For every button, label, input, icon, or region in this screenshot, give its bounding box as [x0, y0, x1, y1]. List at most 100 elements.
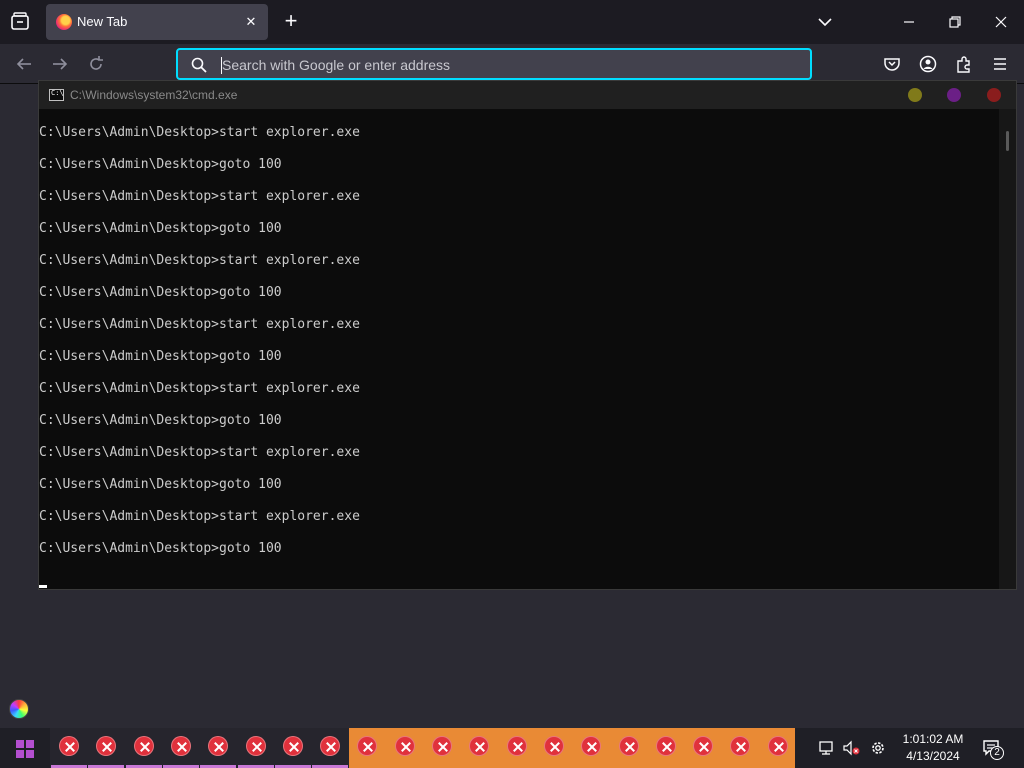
tab-strip: New Tab ✕ + — [0, 0, 1024, 44]
error-x-icon — [656, 736, 676, 756]
clock-time: 1:01:02 AM — [902, 732, 964, 746]
forward-button[interactable] — [50, 54, 70, 74]
error-x-icon — [134, 736, 154, 756]
account-button[interactable] — [918, 54, 938, 74]
cmd-line: C:\Users\Admin\Desktop>start explorer.ex… — [39, 189, 360, 204]
tab-close-icon[interactable]: ✕ — [242, 13, 260, 31]
network-icon — [819, 741, 833, 755]
cmd-line: C:\Users\Admin\Desktop>goto 100 — [39, 477, 282, 492]
taskbar-app-button[interactable] — [126, 736, 162, 768]
error-x-icon — [432, 736, 452, 756]
cmd-window[interactable]: C:\ C:\Windows\system32\cmd.exe C:\Users… — [38, 80, 1017, 590]
cmd-line: C:\Users\Admin\Desktop>start explorer.ex… — [39, 509, 360, 524]
cmd-line: C:\Users\Admin\Desktop>start explorer.ex… — [39, 381, 360, 396]
url-input[interactable] — [222, 55, 782, 75]
taskbar-app-button[interactable] — [691, 736, 715, 766]
search-icon — [191, 57, 207, 73]
restore-button[interactable] — [945, 12, 965, 32]
reload-button[interactable] — [86, 54, 106, 74]
tab-title: New Tab — [77, 14, 128, 29]
account-icon — [919, 55, 937, 73]
taskbar-app-button[interactable] — [393, 736, 417, 766]
back-button[interactable] — [14, 54, 34, 74]
error-x-icon — [283, 736, 303, 756]
taskbar-app-button[interactable] — [238, 736, 274, 768]
notification-center-button[interactable]: 2 — [982, 739, 1006, 760]
error-x-icon — [208, 736, 228, 756]
settings-tray-button[interactable] — [869, 739, 887, 757]
error-x-icon — [357, 736, 377, 756]
cmd-window-title: C:\Windows\system32\cmd.exe — [70, 88, 238, 102]
gear-icon — [872, 742, 884, 754]
taskbar-app-button[interactable] — [617, 736, 641, 766]
clock[interactable]: 1:01:02 AM 4/13/2024 — [895, 731, 971, 765]
taskbar-app-button[interactable] — [88, 736, 124, 768]
cmd-titlebar[interactable]: C:\ C:\Windows\system32\cmd.exe — [39, 81, 1016, 109]
taskbar-app-button[interactable] — [200, 736, 236, 768]
taskbar-app-button[interactable] — [275, 736, 311, 768]
navigation-toolbar — [0, 44, 1024, 84]
windows-logo-icon — [16, 740, 34, 758]
network-tray-button[interactable] — [818, 740, 836, 756]
color-wheel-icon[interactable] — [9, 699, 29, 719]
chevron-down-icon — [818, 18, 832, 27]
taskbar: 1:01:02 AM 4/13/2024 2 — [0, 728, 1024, 768]
cmd-scrollbar-thumb[interactable] — [1006, 131, 1009, 151]
error-x-icon — [469, 736, 489, 756]
tab-new-tab[interactable]: New Tab ✕ — [46, 4, 268, 40]
error-x-icon — [246, 736, 266, 756]
taskbar-app-button[interactable] — [51, 736, 87, 768]
clock-date: 4/13/2024 — [906, 749, 960, 763]
list-all-tabs-button[interactable] — [815, 12, 835, 32]
url-bar[interactable] — [176, 48, 812, 80]
taskbar-app-button[interactable] — [312, 736, 348, 768]
taskbar-app-button[interactable] — [579, 736, 603, 766]
taskbar-app-button[interactable] — [766, 736, 790, 766]
pocket-icon — [884, 58, 900, 71]
cmd-line: C:\Users\Admin\Desktop>goto 100 — [39, 349, 282, 364]
taskbar-app-button[interactable] — [542, 736, 566, 766]
firefox-view-icon — [11, 12, 29, 30]
error-x-icon — [507, 736, 527, 756]
text-caret — [221, 57, 222, 74]
taskbar-app-button[interactable] — [505, 736, 529, 766]
volume-muted-icon — [843, 740, 860, 756]
cmd-line: C:\Users\Admin\Desktop>goto 100 — [39, 413, 282, 428]
back-arrow-icon — [16, 58, 31, 70]
start-button[interactable] — [10, 738, 40, 760]
menu-button[interactable] — [990, 54, 1010, 74]
cmd-line: C:\Users\Admin\Desktop>goto 100 — [39, 285, 282, 300]
close-icon — [995, 16, 1007, 28]
error-x-icon — [619, 736, 639, 756]
cmd-close-dot[interactable] — [987, 88, 1001, 102]
cmd-icon-text: C:\ — [51, 89, 64, 97]
notification-count-badge: 2 — [990, 746, 1004, 760]
cmd-line: C:\Users\Admin\Desktop>goto 100 — [39, 157, 282, 172]
cmd-scrollbar[interactable] — [999, 109, 1016, 589]
taskbar-app-button[interactable] — [163, 736, 199, 768]
error-x-icon — [544, 736, 564, 756]
taskbar-app-button[interactable] — [355, 736, 379, 766]
hamburger-menu-icon — [994, 58, 1006, 70]
firefox-view-button[interactable] — [8, 10, 32, 34]
extensions-button[interactable] — [954, 54, 974, 74]
volume-tray-button[interactable] — [842, 740, 860, 756]
taskbar-app-button[interactable] — [728, 736, 752, 766]
cmd-cursor — [39, 585, 47, 588]
taskbar-app-button[interactable] — [654, 736, 678, 766]
cmd-output[interactable]: C:\Users\Admin\Desktop>start explorer.ex… — [39, 109, 999, 589]
cmd-line: C:\Users\Admin\Desktop>goto 100 — [39, 221, 282, 236]
taskbar-app-button[interactable] — [430, 736, 454, 766]
minimize-button[interactable] — [899, 12, 919, 32]
taskbar-app-button[interactable] — [467, 736, 491, 766]
cmd-line: C:\Users\Admin\Desktop>start explorer.ex… — [39, 445, 360, 460]
pocket-button[interactable] — [882, 54, 902, 74]
cmd-minimize-dot[interactable] — [908, 88, 922, 102]
cmd-line: C:\Users\Admin\Desktop>start explorer.ex… — [39, 125, 360, 140]
close-window-button[interactable] — [991, 12, 1011, 32]
cmd-line: C:\Users\Admin\Desktop>goto 100 — [39, 541, 282, 556]
forward-arrow-icon — [53, 58, 68, 70]
cmd-maximize-dot[interactable] — [947, 88, 961, 102]
new-tab-button[interactable]: + — [280, 10, 302, 33]
restore-icon — [949, 16, 961, 28]
